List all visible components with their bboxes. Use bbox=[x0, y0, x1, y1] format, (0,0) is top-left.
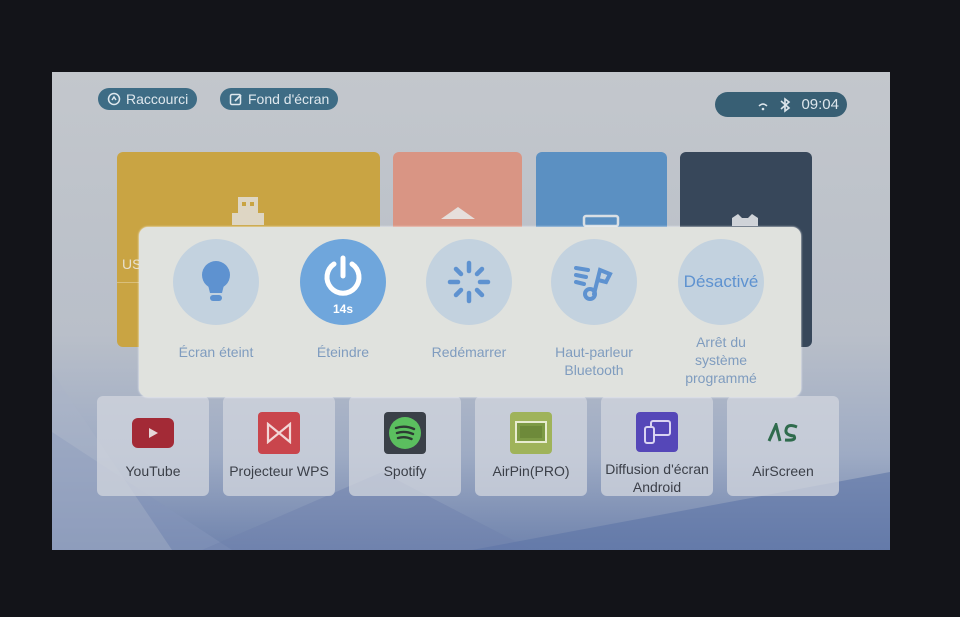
shortcut-button[interactable]: Raccourci bbox=[98, 88, 198, 110]
scheduled-status: Désactivé bbox=[683, 272, 759, 291]
home-icon bbox=[441, 207, 475, 219]
airpin-icon bbox=[510, 412, 552, 454]
lightbulb-icon bbox=[202, 261, 230, 301]
spotify-icon bbox=[384, 412, 426, 454]
app-label: Projecteur WPS bbox=[229, 463, 329, 479]
status-bar: 09:04 bbox=[715, 92, 847, 117]
app-label: Diffusion d'écran Android bbox=[605, 461, 709, 495]
edit-icon bbox=[229, 93, 242, 106]
option-power-off[interactable]: 14s Éteindre bbox=[283, 239, 403, 361]
app-airscreen[interactable]: AirScreen bbox=[727, 396, 839, 496]
option-screen-off[interactable]: Écran éteint bbox=[156, 239, 276, 361]
wifi-icon bbox=[758, 102, 768, 110]
option-circle bbox=[551, 239, 637, 325]
power-icon bbox=[324, 255, 362, 296]
option-circle bbox=[173, 239, 259, 325]
restart-spinner-icon bbox=[447, 260, 491, 304]
app-label: Spotify bbox=[383, 463, 427, 479]
wps-projector-icon bbox=[258, 412, 300, 454]
settings-icon bbox=[732, 214, 758, 226]
screen-cast-icon bbox=[636, 412, 678, 452]
app-label: AirPin(PRO) bbox=[492, 463, 570, 479]
app-android-screen-cast[interactable]: Diffusion d'écran Android bbox=[601, 396, 713, 496]
app-airpin-pro[interactable]: AirPin(PRO) bbox=[475, 396, 587, 496]
app-wps-projector[interactable]: Projecteur WPS bbox=[223, 396, 335, 496]
bluetooth-speaker-music-icon bbox=[574, 266, 613, 301]
app-youtube[interactable]: YouTube bbox=[97, 396, 209, 496]
media-icon bbox=[582, 214, 620, 228]
wallpaper-label: Fond d'écran bbox=[248, 91, 330, 107]
option-label: Écran éteint bbox=[178, 344, 254, 360]
option-bluetooth-speaker[interactable]: Haut-parleur Bluetooth bbox=[534, 239, 654, 379]
clock: 09:04 bbox=[801, 96, 839, 113]
option-restart[interactable]: Redémarrer bbox=[409, 239, 529, 361]
option-label: Éteindre bbox=[316, 344, 370, 360]
option-circle: Désactivé bbox=[678, 239, 764, 325]
app-label: YouTube bbox=[125, 463, 181, 479]
shortcut-label: Raccourci bbox=[126, 91, 189, 107]
option-circle-selected: 14s bbox=[300, 239, 386, 325]
option-scheduled-shutdown[interactable]: Désactivé Arrêt du système programmé bbox=[661, 239, 781, 387]
app-spotify[interactable]: Spotify bbox=[349, 396, 461, 496]
power-dialog: Écran éteint 14s Éteindre Redémarrer Hau… bbox=[139, 227, 801, 397]
youtube-icon bbox=[132, 418, 174, 448]
option-circle bbox=[426, 239, 512, 325]
option-label: Redémarrer bbox=[431, 344, 507, 360]
shortcut-icon bbox=[107, 92, 121, 106]
countdown: 14s bbox=[332, 302, 354, 316]
airscreen-icon bbox=[762, 412, 804, 454]
option-label: Arrêt du système programmé bbox=[685, 334, 757, 386]
option-label: Haut-parleur Bluetooth bbox=[555, 344, 633, 378]
wallpaper-button[interactable]: Fond d'écran bbox=[220, 88, 339, 110]
app-label: AirScreen bbox=[752, 463, 814, 479]
bluetooth-icon bbox=[780, 96, 791, 113]
usb-icon bbox=[232, 197, 264, 225]
